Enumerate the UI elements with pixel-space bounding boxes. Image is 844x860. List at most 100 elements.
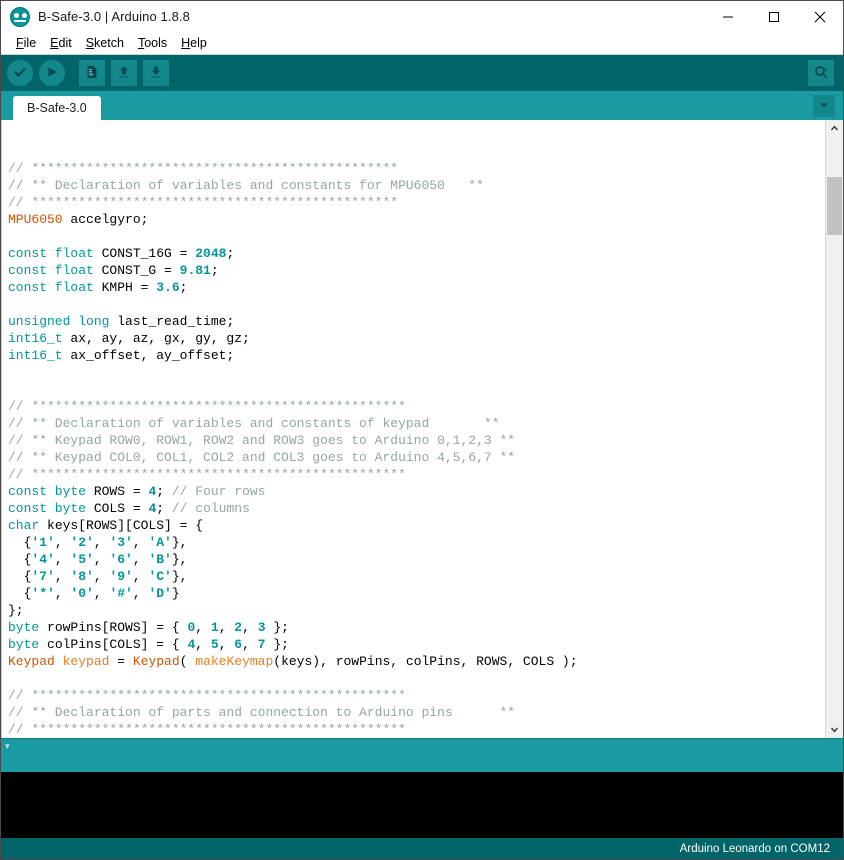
- console-output[interactable]: [1, 772, 843, 838]
- code-token: ;: [156, 501, 172, 516]
- code-token: ax_offset, ay_offset;: [62, 348, 235, 363]
- code-token: =: [109, 654, 133, 669]
- code-token: ,: [54, 535, 71, 550]
- menu-mnemonic: F: [16, 36, 24, 50]
- menu-item-tools[interactable]: Tools: [131, 32, 174, 54]
- code-token: },: [171, 569, 188, 584]
- code-token: ,: [93, 535, 110, 550]
- code-token: int16_t: [8, 331, 63, 346]
- code-token: // Four rows: [171, 484, 266, 499]
- code-token: 5: [210, 637, 219, 652]
- code-token: // *************************************…: [8, 722, 406, 737]
- code-token: ,: [54, 569, 71, 584]
- code-editor[interactable]: // *************************************…: [1, 120, 825, 738]
- code-token: {: [8, 552, 32, 567]
- code-token: 2: [234, 620, 243, 635]
- toolbar: [1, 55, 843, 91]
- code-token: // *************************************…: [8, 467, 406, 482]
- menu-item-sketch[interactable]: Sketch: [79, 32, 131, 54]
- code-token: ax, ay, az, gx, gy, gz;: [62, 331, 250, 346]
- new-button[interactable]: [79, 60, 105, 86]
- code-token: ,: [195, 620, 211, 635]
- code-token: '8': [70, 569, 94, 584]
- code-token: char: [8, 518, 40, 533]
- code-token: MPU6050: [8, 212, 63, 227]
- code-token: byte: [8, 620, 40, 635]
- window-controls: [705, 1, 843, 32]
- tab-menu-button[interactable]: [813, 95, 835, 117]
- code-token: // ** Declaration of parts and connectio…: [8, 705, 516, 720]
- code-token: ,: [132, 586, 149, 601]
- code-token: keys[ROWS][COLS] = {: [39, 518, 204, 533]
- code-token: }: [171, 586, 180, 601]
- code-token: ,: [93, 586, 110, 601]
- magnifier-icon: [813, 64, 829, 83]
- menu-item-edit[interactable]: Edit: [43, 32, 79, 54]
- code-token: '7': [31, 569, 55, 584]
- code-token: CONST_G =: [93, 263, 180, 278]
- serial-monitor-button[interactable]: [808, 60, 834, 86]
- tab-label: B-Safe-3.0: [27, 101, 87, 115]
- code-token: };: [8, 603, 24, 618]
- code-token: ,: [93, 569, 110, 584]
- minimize-button[interactable]: [705, 1, 751, 32]
- code-token: ,: [93, 552, 110, 567]
- code-token: unsigned long: [8, 314, 110, 329]
- board-port-label: Arduino Leonardo on COM12: [679, 842, 830, 855]
- menu-label: ools: [144, 36, 168, 50]
- code-token: ,: [242, 620, 258, 635]
- arduino-logo-icon: [10, 6, 30, 27]
- scrollbar-track[interactable]: [826, 137, 843, 721]
- verify-button[interactable]: [7, 60, 33, 86]
- code-token: '6': [109, 552, 133, 567]
- editor-vertical-scrollbar[interactable]: [825, 120, 843, 738]
- menu-mnemonic: H: [181, 36, 191, 50]
- close-button[interactable]: [797, 1, 843, 32]
- code-token: 'A': [148, 535, 172, 550]
- code-token: ,: [132, 535, 149, 550]
- code-token: makeKeymap: [195, 654, 274, 669]
- status-caret-icon: ▾: [5, 741, 10, 751]
- code-token: },: [171, 552, 188, 567]
- menu-label: elp: [190, 36, 207, 50]
- code-token: (: [179, 654, 196, 669]
- code-token: const float: [8, 280, 94, 295]
- code-token: '9': [109, 569, 133, 584]
- menu-item-help[interactable]: Help: [174, 32, 214, 54]
- scrollbar-thumb[interactable]: [827, 177, 842, 235]
- code-token: {: [8, 535, 32, 550]
- arrow-right-icon: [44, 64, 60, 83]
- code-token: const byte: [8, 501, 87, 516]
- tab-bar: B-Safe-3.0: [1, 91, 843, 120]
- menu-label: ketch: [94, 36, 124, 50]
- code-token: ,: [195, 637, 211, 652]
- code-token: last_read_time;: [109, 314, 235, 329]
- editor-area: // *************************************…: [1, 120, 843, 738]
- scroll-down-button[interactable]: [826, 721, 843, 738]
- tab-b-safe-3-0[interactable]: B-Safe-3.0: [13, 96, 101, 120]
- checkmark-icon: [12, 64, 28, 83]
- code-token: 'C': [148, 569, 172, 584]
- code-token: };: [265, 620, 289, 635]
- menu-item-file[interactable]: File: [9, 32, 43, 54]
- open-button[interactable]: [111, 60, 137, 86]
- maximize-button[interactable]: [751, 1, 797, 32]
- code-token: Keypad: [8, 654, 55, 669]
- upload-button[interactable]: [39, 60, 65, 86]
- source-code: // *************************************…: [8, 126, 825, 738]
- code-token: ,: [54, 552, 71, 567]
- code-token: colPins[COLS] = {: [39, 637, 188, 652]
- code-token: KMPH =: [93, 280, 157, 295]
- code-token: ,: [54, 586, 71, 601]
- code-token: '3': [109, 535, 133, 550]
- code-token: ,: [132, 552, 149, 567]
- scroll-up-button[interactable]: [826, 120, 843, 137]
- code-token: '#': [109, 586, 133, 601]
- code-token: Keypad: [132, 654, 180, 669]
- code-token: ;: [156, 484, 172, 499]
- code-token: // *************************************…: [8, 399, 406, 414]
- save-button[interactable]: [143, 60, 169, 86]
- code-token: // ** Declaration of variables and const…: [8, 416, 500, 431]
- menu-label: ile: [23, 36, 37, 50]
